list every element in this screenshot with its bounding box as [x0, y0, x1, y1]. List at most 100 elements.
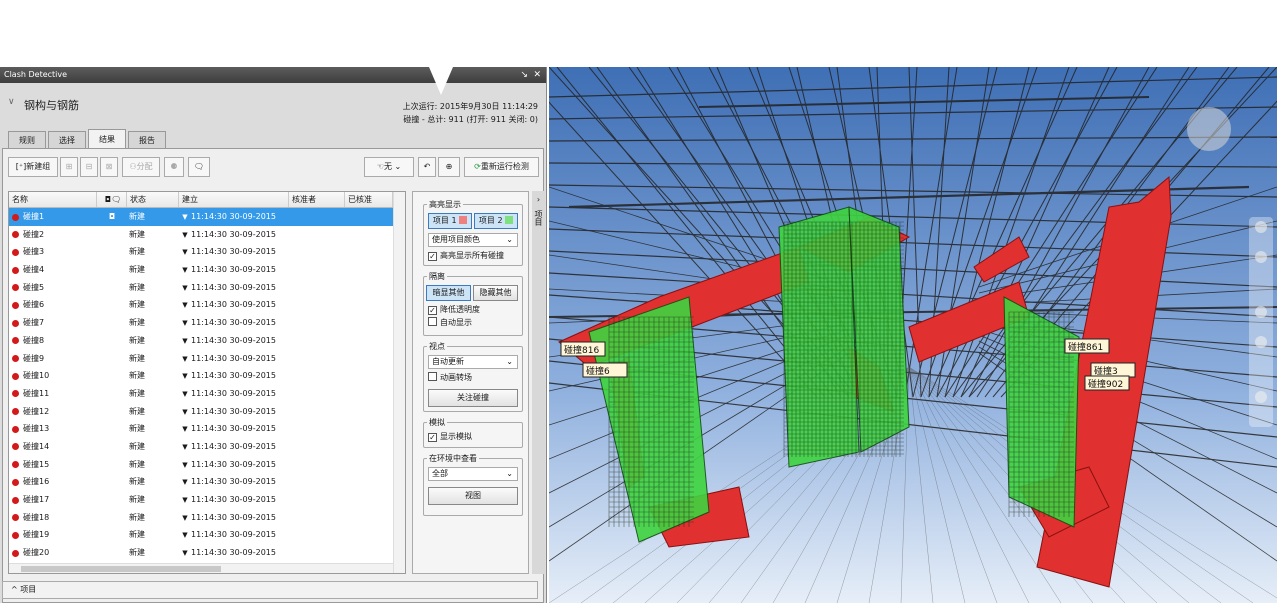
comment-icon[interactable]: 🗨	[188, 157, 210, 177]
dropdown-arrow-icon[interactable]: ▼	[179, 404, 191, 422]
animate-checkbox[interactable]: 动画转场	[428, 372, 472, 383]
status-cell[interactable]: 新建	[127, 332, 179, 350]
status-cell[interactable]: 新建	[127, 438, 179, 456]
dropdown-arrow-icon[interactable]: ▼	[179, 474, 191, 492]
reset-icon[interactable]: ↶	[418, 157, 436, 177]
color-mode-select[interactable]: 使用项目颜色 ⌄	[428, 233, 518, 247]
dropdown-arrow-icon[interactable]: ▼	[179, 297, 191, 315]
3d-viewport[interactable]: 碰撞816 碰撞6 碰撞861 碰撞3 碰撞902	[549, 67, 1277, 603]
table-row[interactable]: 碰撞8 新建 ▼ 11:14:30 30-09-2015	[9, 332, 405, 350]
dropdown-arrow-icon[interactable]: ▼	[179, 545, 191, 563]
scroll-thumb[interactable]	[21, 566, 221, 572]
header-approved[interactable]: 已核准	[345, 192, 393, 207]
table-row[interactable]: 碰撞2 新建 ▼ 11:14:30 30-09-2015	[9, 226, 405, 244]
explode-icon[interactable]: ⊠	[100, 157, 118, 177]
status-cell[interactable]: 新建	[127, 526, 179, 544]
status-cell[interactable]: 新建	[127, 367, 179, 385]
status-cell[interactable]: 新建	[127, 314, 179, 332]
environment-mode-select[interactable]: 全部 ⌄	[428, 467, 518, 481]
dropdown-arrow-icon[interactable]: ▼	[179, 457, 191, 475]
dropdown-arrow-icon[interactable]: ▼	[179, 421, 191, 439]
status-cell[interactable]: 新建	[127, 279, 179, 297]
focus-clash-button[interactable]: 关注碰撞	[428, 389, 518, 407]
tab-select[interactable]: 选择	[48, 131, 86, 149]
status-cell[interactable]: 新建	[127, 491, 179, 509]
table-row[interactable]: 碰撞4 新建 ▼ 11:14:30 30-09-2015	[9, 261, 405, 279]
dropdown-arrow-icon[interactable]: ▼	[179, 244, 191, 262]
dropdown-arrow-icon[interactable]: ▼	[179, 333, 191, 351]
dropdown-arrow-icon[interactable]: ▼	[179, 351, 191, 369]
status-cell[interactable]: 新建	[127, 403, 179, 421]
close-icon[interactable]: ✕	[533, 67, 541, 83]
header-found[interactable]: 建立	[179, 192, 289, 207]
table-row[interactable]: 碰撞5 新建 ▼ 11:14:30 30-09-2015	[9, 279, 405, 297]
dropdown-arrow-icon[interactable]: ▼	[179, 209, 191, 227]
status-cell[interactable]: 新建	[127, 261, 179, 279]
status-dropdown[interactable]: ☜无 ⌄	[364, 157, 414, 177]
table-row[interactable]: 碰撞12 新建 ▼ 11:14:30 30-09-2015	[9, 403, 405, 421]
item1-color-button[interactable]: 项目 1	[428, 213, 472, 229]
table-row[interactable]: 碰撞7 新建 ▼ 11:14:30 30-09-2015	[9, 314, 405, 332]
assign-button[interactable]: ⚇分配	[122, 157, 160, 177]
ungroup-icon[interactable]: ⊟	[80, 157, 98, 177]
dropdown-arrow-icon[interactable]: ▼	[179, 227, 191, 245]
hide-others-button[interactable]: 隐藏其他	[473, 285, 518, 301]
status-cell[interactable]: 新建	[127, 296, 179, 314]
status-cell[interactable]: 新建	[127, 420, 179, 438]
dropdown-arrow-icon[interactable]: ▼	[179, 527, 191, 545]
status-cell[interactable]: 新建	[127, 473, 179, 491]
table-row[interactable]: 碰撞6 新建 ▼ 11:14:30 30-09-2015	[9, 296, 405, 314]
table-row[interactable]: 碰撞14 新建 ▼ 11:14:30 30-09-2015	[9, 438, 405, 456]
header-name[interactable]: 名称	[9, 192, 97, 207]
table-row[interactable]: 碰撞13 新建 ▼ 11:14:30 30-09-2015	[9, 420, 405, 438]
table-row[interactable]: 碰撞9 新建 ▼ 11:14:30 30-09-2015	[9, 350, 405, 368]
horizontal-scrollbar[interactable]	[9, 563, 393, 573]
dropdown-arrow-icon[interactable]: ▼	[179, 262, 191, 280]
rerun-test-button[interactable]: ⟳重新运行检测	[464, 157, 539, 177]
header-camera-icon[interactable]: ◘🗨	[97, 192, 127, 207]
dropdown-arrow-icon[interactable]: ▼	[179, 368, 191, 386]
vertical-scrollbar[interactable]	[393, 192, 405, 573]
table-row[interactable]: 碰撞19 新建 ▼ 11:14:30 30-09-2015	[9, 526, 405, 544]
new-group-button[interactable]: [⁺]新建组	[8, 157, 58, 177]
status-cell[interactable]: 新建	[127, 350, 179, 368]
tab-results[interactable]: 结果	[88, 129, 126, 149]
header-status[interactable]: 状态	[127, 192, 179, 207]
table-row[interactable]: 碰撞11 新建 ▼ 11:14:30 30-09-2015	[9, 385, 405, 403]
table-row[interactable]: 碰撞17 新建 ▼ 11:14:30 30-09-2015	[9, 491, 405, 509]
view-button[interactable]: 视图	[428, 487, 518, 505]
header-approved-by[interactable]: 核准者	[289, 192, 345, 207]
auto-reveal-checkbox[interactable]: 自动显示	[428, 317, 472, 328]
reduce-transparency-checkbox[interactable]: ✓ 降低透明度	[428, 304, 480, 315]
tab-report[interactable]: 报告	[128, 131, 166, 149]
model-scene[interactable]: 碰撞816 碰撞6 碰撞861 碰撞3碰撞902	[549, 67, 1277, 603]
tab-rules[interactable]: 规则	[8, 131, 46, 149]
item2-color-button[interactable]: 项目 2	[474, 213, 518, 229]
status-cell[interactable]: 新建	[127, 226, 179, 244]
group-icon[interactable]: ⊞	[60, 157, 78, 177]
status-cell[interactable]: 新建	[127, 243, 179, 261]
compact-icon[interactable]: ⊕	[438, 157, 460, 177]
dropdown-arrow-icon[interactable]: ▼	[179, 315, 191, 333]
table-row[interactable]: 碰撞20 新建 ▼ 11:14:30 30-09-2015	[9, 544, 405, 562]
show-simulation-checkbox[interactable]: ✓ 显示模拟	[428, 431, 472, 442]
status-cell[interactable]: 新建	[127, 456, 179, 474]
status-cell[interactable]: 新建	[127, 509, 179, 527]
pin-icon[interactable]: ↘	[520, 67, 528, 83]
table-row[interactable]: 碰撞10 新建 ▼ 11:14:30 30-09-2015	[9, 367, 405, 385]
dropdown-arrow-icon[interactable]: ▼	[179, 492, 191, 510]
table-row[interactable]: 碰撞16 新建 ▼ 11:14:30 30-09-2015	[9, 473, 405, 491]
status-cell[interactable]: 新建	[127, 208, 179, 226]
dropdown-arrow-icon[interactable]: ▼	[179, 280, 191, 298]
collapse-chevron-icon[interactable]: ∨	[8, 97, 15, 107]
status-cell[interactable]: 新建	[127, 385, 179, 403]
table-row[interactable]: 碰撞18 新建 ▼ 11:14:30 30-09-2015	[9, 509, 405, 527]
status-cell[interactable]: 新建	[127, 544, 179, 562]
table-row[interactable]: 碰撞15 新建 ▼ 11:14:30 30-09-2015	[9, 456, 405, 474]
items-section[interactable]: ^ 项目	[2, 581, 538, 599]
highlight-all-checkbox[interactable]: ✓ 高亮显示所有碰撞	[428, 250, 504, 261]
dropdown-arrow-icon[interactable]: ▼	[179, 510, 191, 528]
side-collapse-tab[interactable]: › 项目	[532, 191, 545, 574]
dropdown-arrow-icon[interactable]: ▼	[179, 386, 191, 404]
unassign-icon[interactable]: ⚈	[164, 157, 184, 177]
